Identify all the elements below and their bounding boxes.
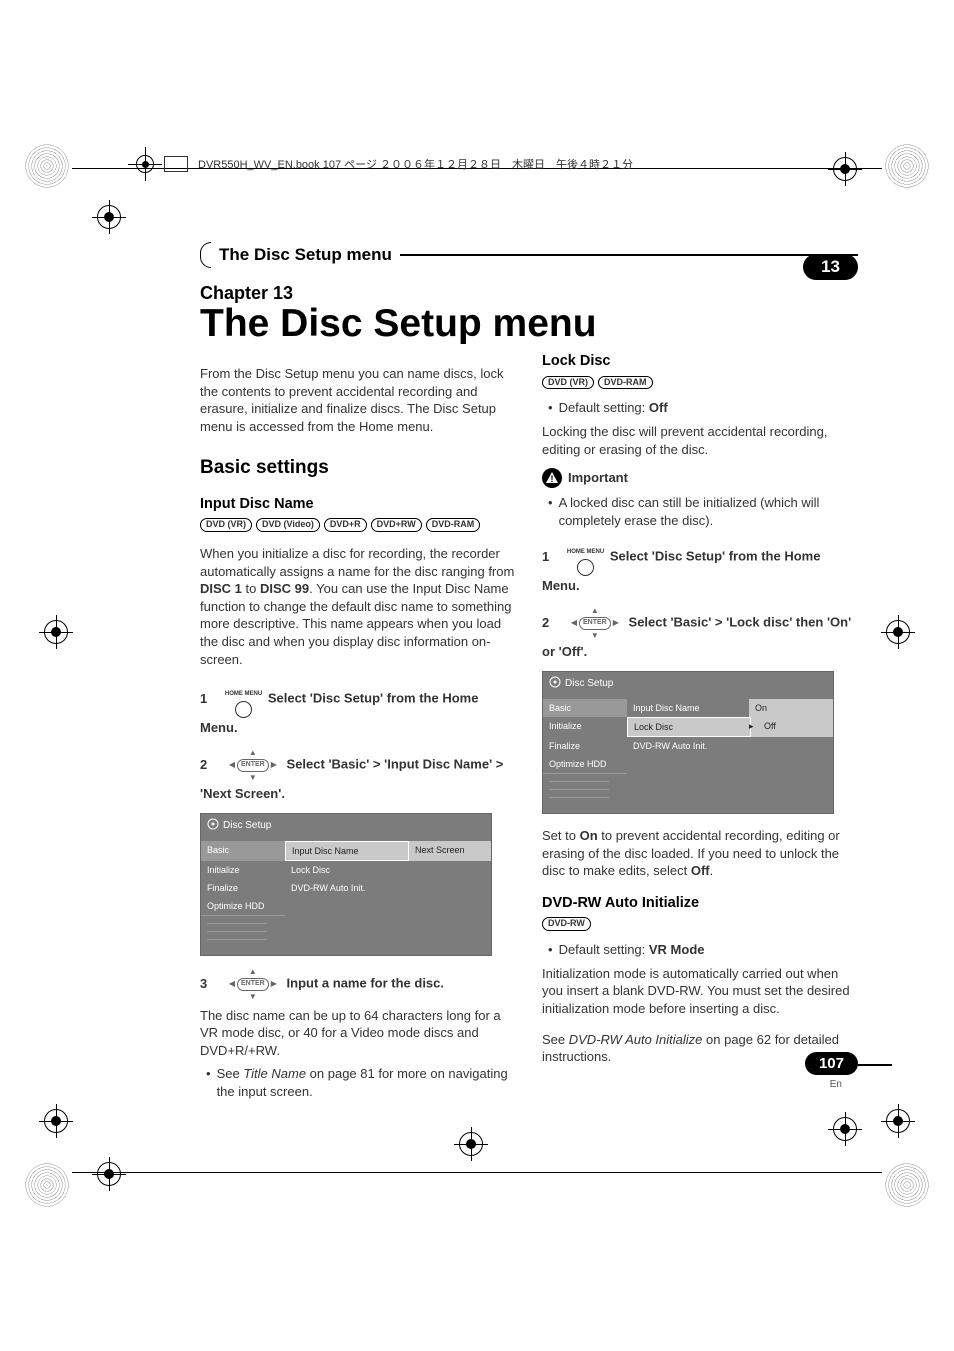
osd-title: Disc Setup (543, 672, 833, 699)
osd-next-screen: Next Screen (409, 841, 491, 861)
page-number: 107 (805, 1052, 858, 1075)
source-header: DVR550H_WV_EN.book 107 ページ ２００６年１２月２８日 木… (136, 156, 633, 172)
registration-mark (833, 157, 857, 181)
registration-mark (44, 620, 68, 644)
book-icon (164, 156, 188, 172)
corner-pattern (25, 144, 69, 188)
auto-init-default: • Default setting: VR Mode (542, 941, 860, 959)
page-title: The Disc Setup menu (200, 302, 597, 346)
disc-icon (549, 676, 561, 688)
left-column: From the Disc Setup menu you can name di… (200, 352, 518, 1106)
osd-nav-optimize: Optimize HDD (543, 755, 627, 774)
lock-step-1: 1 HOME MENU Select 'Disc Setup' from the… (542, 539, 860, 595)
source-header-text: DVR550H_WV_EN.book 107 ページ ２００６年１２月２８日 木… (198, 156, 633, 172)
title-bar: The Disc Setup menu 13 (200, 242, 858, 268)
important-bullet: • A locked disc can still be initialized… (542, 494, 860, 529)
osd-option-on: On (749, 699, 833, 717)
title-bar-text: The Disc Setup menu (219, 245, 392, 265)
intro-text: From the Disc Setup menu you can name di… (200, 365, 518, 435)
manual-page: DVR550H_WV_EN.book 107 ページ ２００６年１２月２８日 木… (0, 0, 954, 1351)
osd-nav-initialize: Initialize (201, 861, 285, 879)
step-2: 2 ▲◀ENTER▶▼ Select 'Basic' > 'Input Disc… (200, 747, 518, 803)
right-column: Lock Disc DVD (VR) DVD-RAM • Default set… (542, 352, 860, 1106)
lock-disc-heading: Lock Disc (542, 352, 860, 372)
osd-nav-optimize: Optimize HDD (201, 897, 285, 916)
note-title-name: • See Title Name on page 81 for more on … (200, 1065, 518, 1100)
badge-dvd-video: DVD (Video) (256, 518, 320, 532)
registration-mark (886, 620, 910, 644)
enter-nav-icon: ▲◀ENTER▶▼ (229, 966, 277, 1003)
registration-mark (97, 1162, 121, 1186)
osd-option-off: ▸Off (751, 717, 833, 737)
registration-mark (97, 205, 121, 229)
warning-icon (542, 468, 562, 488)
enter-nav-icon: ▲◀ENTER▶▼ (571, 605, 619, 642)
step-1: 1 HOME MENU Select 'Disc Setup' from the… (200, 681, 518, 737)
input-disc-name-heading: Input Disc Name (200, 495, 518, 515)
osd-item-lock-disc: Lock Disc (627, 717, 751, 737)
osd-title: Disc Setup (201, 814, 491, 841)
chapter-badge: 13 (803, 254, 858, 280)
registration-mark (833, 1117, 857, 1141)
osd-disc-setup-1: Disc Setup Basic Input Disc Name Next Sc… (200, 813, 492, 956)
crop-line (72, 1172, 882, 1173)
enter-nav-icon: ▲◀ENTER▶▼ (229, 747, 277, 784)
osd-nav-basic: Basic (201, 841, 285, 861)
lock-default: • Default setting: Off (542, 399, 860, 417)
osd-item-lock-disc: Lock Disc (285, 861, 407, 879)
lock-after-para: Set to On to prevent accidental recordin… (542, 827, 860, 880)
registration-mark (886, 1109, 910, 1133)
registration-mark (44, 1109, 68, 1133)
home-menu-icon: HOME MENU (225, 681, 262, 718)
lock-para: Locking the disc will prevent accidental… (542, 423, 860, 458)
auto-init-heading: DVD-RW Auto Initialize (542, 894, 860, 914)
badge-dvd-plus-rw: DVD+RW (371, 518, 422, 532)
lock-step-2: 2 ▲◀ENTER▶▼ Select 'Basic' > 'Lock disc'… (542, 605, 860, 661)
page-lang: En (805, 1079, 842, 1090)
home-menu-icon: HOME MENU (567, 539, 604, 576)
disc-icon (207, 818, 219, 830)
osd-item-auto-init: DVD-RW Auto Init. (285, 879, 407, 897)
basic-heading: Basic settings (200, 455, 518, 481)
page-footer: 107 En (805, 1052, 858, 1090)
badge-dvd-vr: DVD (VR) (542, 376, 594, 390)
step-3-para: The disc name can be up to 64 characters… (200, 1007, 518, 1060)
registration-mark (459, 1132, 483, 1156)
osd-nav-finalize: Finalize (543, 737, 627, 755)
format-badges: DVD-RW (542, 917, 860, 931)
step-3: 3 ▲◀ENTER▶▼ Input a name for the disc. (200, 966, 518, 1003)
badge-dvd-ram: DVD-RAM (426, 518, 481, 532)
input-disc-name-para: When you initialize a disc for recording… (200, 545, 518, 668)
badge-dvd-plus-r: DVD+R (324, 518, 367, 532)
auto-init-para: Initialization mode is automatically car… (542, 965, 860, 1018)
osd-disc-setup-2: Disc Setup Basic Input Disc Name On Init… (542, 671, 834, 814)
osd-item-input-disc-name: Input Disc Name (627, 699, 749, 717)
format-badges: DVD (VR) DVD-RAM (542, 376, 860, 390)
badge-dvd-ram: DVD-RAM (598, 376, 653, 390)
important-heading: Important (542, 468, 860, 488)
chapter-label: Chapter 13 (200, 283, 293, 304)
badge-dvd-vr: DVD (VR) (200, 518, 252, 532)
format-badges: DVD (VR) DVD (Video) DVD+R DVD+RW DVD-RA… (200, 518, 518, 532)
osd-nav-basic: Basic (543, 699, 627, 717)
badge-dvd-rw: DVD-RW (542, 917, 591, 931)
corner-pattern (885, 144, 929, 188)
corner-pattern (25, 1163, 69, 1207)
osd-nav-initialize: Initialize (543, 717, 627, 737)
corner-pattern (885, 1163, 929, 1207)
title-divider: 13 (400, 254, 858, 256)
osd-nav-finalize: Finalize (201, 879, 285, 897)
content-columns: From the Disc Setup menu you can name di… (200, 352, 860, 1106)
osd-item-auto-init: DVD-RW Auto Init. (627, 737, 749, 755)
osd-item-input-disc-name: Input Disc Name (285, 841, 409, 861)
paren-icon (200, 242, 211, 268)
